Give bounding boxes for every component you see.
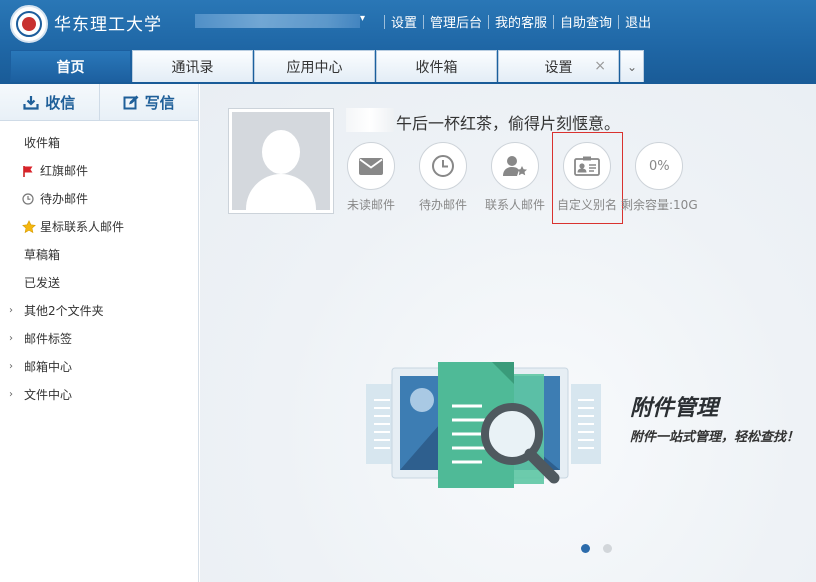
chevron-down-icon[interactable]: ⌄	[620, 50, 644, 82]
tab-home[interactable]: 首页	[10, 50, 131, 82]
unread-label: 未读邮件	[347, 198, 396, 212]
write-button[interactable]: 写信	[98, 84, 199, 120]
logout-link[interactable]: 退出	[625, 12, 651, 31]
folder-starred[interactable]: 星标联系人邮件	[0, 213, 198, 241]
clock-icon	[419, 142, 467, 190]
folder-flagged[interactable]: 红旗邮件	[0, 157, 198, 185]
unread-mail-shortcut[interactable]: 未读邮件	[347, 142, 395, 213]
account-caret-icon[interactable]: ▾	[360, 13, 365, 24]
contact-star-icon	[491, 142, 539, 190]
folder-other[interactable]: › 其他2个文件夹	[0, 297, 198, 325]
tab-apps[interactable]: 应用中心	[254, 50, 375, 82]
avatar[interactable]	[228, 108, 334, 214]
banner-subtitle: 附件一站式管理，轻松查找！	[630, 430, 800, 445]
user-name-masked	[346, 108, 394, 132]
storage-label: 剩余容量:10G	[621, 198, 698, 212]
folder-tags[interactable]: › 邮件标签	[0, 325, 198, 353]
storage-percent: 0%	[635, 142, 684, 190]
tab-bar: 首页 通讯录 应用中心 收件箱 设置 × ⌄	[10, 50, 644, 82]
greeting-text: 午后一杯红茶，偷得片刻惬意。	[396, 114, 621, 133]
write-label: 写信	[144, 93, 175, 112]
folder-label: 邮箱中心	[24, 360, 73, 374]
chevron-right-icon[interactable]: ›	[9, 381, 13, 409]
carousel-dot-2[interactable]	[603, 544, 612, 553]
banner-title: 附件管理	[630, 396, 719, 421]
todo-label: 待办邮件	[419, 198, 468, 212]
folder-list: 收件箱 红旗邮件 待办邮件 星标联系人邮件 草稿箱 已发送 › 其他2个文件夹 …	[0, 121, 198, 409]
tab-inbox[interactable]: 收件箱	[376, 50, 497, 82]
admin-link[interactable]: 管理后台	[430, 12, 482, 31]
contact-mail-shortcut[interactable]: 联系人邮件	[485, 142, 545, 213]
receive-button[interactable]: 收信	[0, 84, 99, 120]
envelope-icon	[347, 142, 395, 190]
star-icon	[22, 220, 36, 234]
todo-mail-shortcut[interactable]: 待办邮件	[419, 142, 467, 213]
folder-mail-center[interactable]: › 邮箱中心	[0, 353, 198, 381]
main-panel: 午后一杯红茶，偷得片刻惬意。 未读邮件 待办邮件 联系人邮件 自定义别名 0% …	[200, 84, 816, 582]
download-icon	[23, 95, 39, 110]
account-name-masked[interactable]	[195, 14, 360, 28]
folder-label: 待办邮件	[40, 192, 89, 206]
folder-label: 邮件标签	[24, 332, 73, 346]
folder-label: 其他2个文件夹	[24, 304, 104, 318]
folder-file-center[interactable]: › 文件中心	[0, 381, 198, 409]
compose-bar: 收信 写信	[0, 84, 198, 121]
folder-label: 文件中心	[24, 388, 73, 402]
university-logo-icon	[10, 5, 48, 43]
attachment-illustration-icon	[366, 362, 601, 488]
chevron-right-icon[interactable]: ›	[9, 325, 13, 353]
folder-drafts[interactable]: 草稿箱	[0, 241, 198, 269]
close-icon[interactable]: ×	[594, 58, 606, 74]
folder-label: 收件箱	[24, 136, 61, 150]
folder-label: 星标联系人邮件	[40, 220, 125, 234]
top-header: 华东理工大学 ▾ 设置 管理后台 我的客服 自助查询 退出 首页 通讯录 应用中…	[0, 0, 816, 84]
support-link[interactable]: 我的客服	[495, 12, 547, 31]
folder-todo[interactable]: 待办邮件	[0, 185, 198, 213]
settings-link[interactable]: 设置	[391, 12, 417, 31]
chevron-right-icon[interactable]: ›	[9, 297, 13, 325]
clock-icon	[22, 193, 36, 205]
folder-sent[interactable]: 已发送	[0, 269, 198, 297]
folder-label: 已发送	[24, 276, 61, 290]
tab-settings-label: 设置	[544, 59, 573, 76]
sidebar: 收信 写信 收件箱 红旗邮件 待办邮件 星标联系人邮件 草稿箱 已发送 › 其他…	[0, 84, 199, 582]
carousel-dot-1[interactable]	[581, 544, 590, 553]
folder-label: 草稿箱	[24, 248, 61, 262]
alias-highlight-box	[552, 132, 623, 224]
chevron-right-icon[interactable]: ›	[9, 353, 13, 381]
top-links: 设置 管理后台 我的客服 自助查询 退出	[378, 12, 651, 31]
folder-label: 红旗邮件	[40, 164, 89, 178]
red-flag-icon	[22, 165, 36, 177]
edit-icon	[123, 95, 139, 109]
tab-contacts[interactable]: 通讯录	[132, 50, 253, 82]
storage-shortcut[interactable]: 0% 剩余容量:10G	[621, 142, 698, 213]
self-service-link[interactable]: 自助查询	[560, 12, 612, 31]
contacts-label: 联系人邮件	[485, 198, 546, 212]
brand-name: 华东理工大学	[54, 15, 162, 35]
carousel-dots	[581, 544, 625, 553]
user-silhouette-icon	[232, 112, 330, 210]
folder-inbox[interactable]: 收件箱	[0, 129, 198, 157]
receive-label: 收信	[45, 93, 76, 112]
tab-settings[interactable]: 设置 ×	[498, 50, 619, 82]
